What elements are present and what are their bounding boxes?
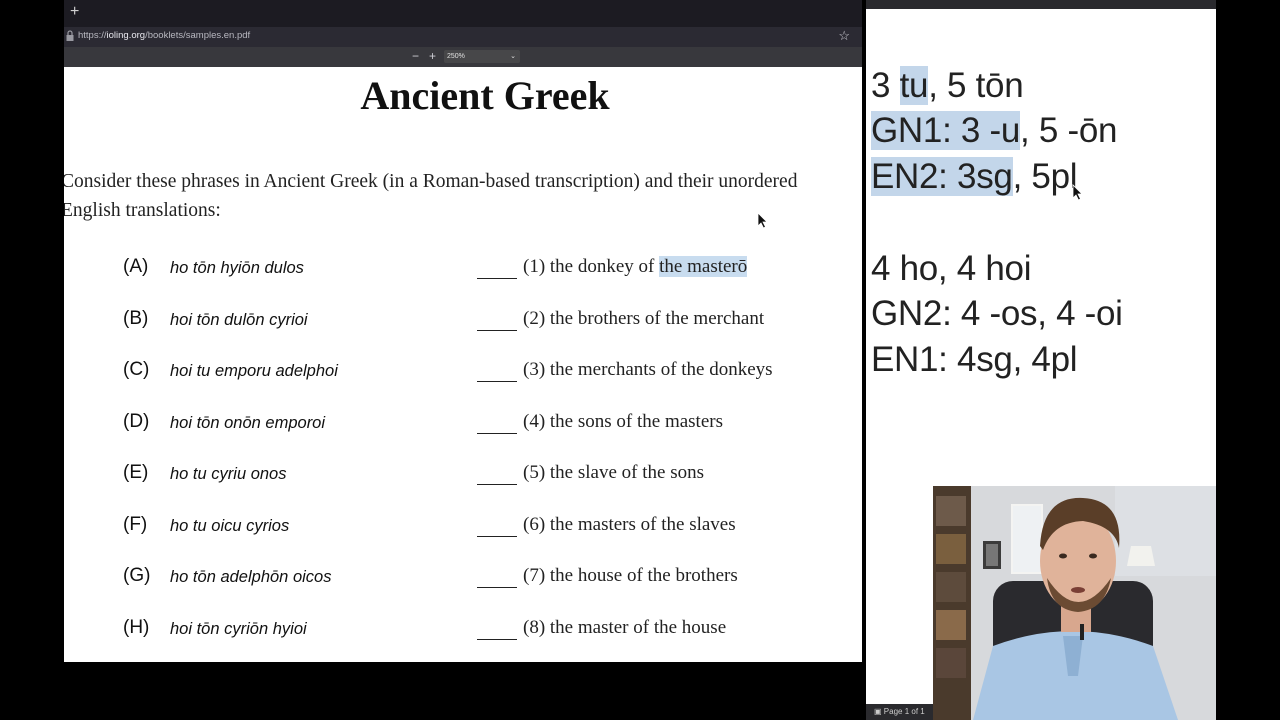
intro-line-2: English translations: [64,200,221,221]
chevron-down-icon: ⌄ [510,53,516,60]
translation-number: (4) [523,411,546,432]
english-translation: (8) the master of the house [523,617,726,639]
notes-text: 3 [871,66,900,105]
intro-text: Consider these phrases in Ancient Greek … [64,167,862,225]
tab-bar: + [64,0,862,27]
answer-blank [477,411,517,434]
answer-blank [477,256,517,279]
english-translation: (1) the donkey of the masterō [523,256,748,278]
url-host: ioling.org [106,30,146,41]
notes-line-3: EN2: 3sg, 5pl [871,157,1078,197]
notes-text: , 5 tōn [928,66,1024,105]
phrase-label: (A) [123,256,149,277]
translation-text: the brothers of the merchant [549,308,765,329]
greek-phrase: ho tu cyriu onos [170,465,287,483]
translation-text: the master of the house [549,617,727,638]
address-bar[interactable]: https://ioling.org/booklets/samples.en.p… [64,27,862,47]
phrase-label: (E) [123,462,149,483]
greek-phrase: hoi tōn onōn emporoi [170,414,326,432]
answer-blank [477,462,517,485]
phrase-label: (G) [123,565,151,586]
zoom-level: 250% [447,53,465,60]
phrase-label: (F) [123,514,148,535]
notes-line-1: 3 tu, 5 tōn [871,66,1024,106]
answer-blank [477,565,517,588]
greek-phrase: ho tu oicu cyrios [170,517,290,535]
english-translation: (7) the house of the brothers [523,565,738,587]
english-translation: (3) the merchants of the donkeys [523,359,773,381]
phrase-label: (H) [123,617,150,638]
answer-blank [477,359,517,382]
browser-window: + https://ioling.org/booklets/samples.en… [64,0,862,662]
phrase-label: (B) [123,308,149,329]
translation-text: the slave of the sons [549,462,704,483]
notes-line-5: GN2: 4 -os, 4 -oi [871,294,1123,333]
intro-line-1: Consider these phrases in Ancient Greek … [64,171,798,192]
translation-number: (8) [523,617,546,638]
mouse-cursor-icon [757,212,768,229]
url-scheme: https:// [78,30,107,41]
notes-line-2: GN1: 3 -u, 5 -ōn [871,111,1117,151]
zoom-in-button[interactable]: + [429,49,436,63]
zoom-out-button[interactable]: − [412,49,419,63]
notes-toolbar [866,0,1216,9]
answer-blank [477,617,517,640]
greek-phrase: hoi tōn dulōn cyrioi [170,311,308,329]
translation-number: (5) [523,462,546,483]
notes-selection: -u [989,111,1021,150]
greek-phrase: hoi tu emporu adelphoi [170,362,338,380]
translation-number: (3) [523,359,546,380]
translation-text: the sons of the masters [549,411,723,432]
notes-selection: GN1: 3 [871,111,990,150]
presenter-image [933,486,1216,720]
new-tab-button[interactable]: + [70,3,79,21]
translation-text: the merchants of the donkeys [549,359,773,380]
notes-line-4: 4 ho, 4 hoi [871,249,1032,288]
translation-number: (1) [523,256,546,277]
phrase-label: (C) [123,359,150,380]
greek-phrase: ho tōn adelphōn oicos [170,568,332,586]
letterbox [1216,0,1280,720]
zoom-select[interactable]: 250% ⌄ [444,50,520,63]
notes-selection: EN2: 3sg [871,157,1013,196]
page-icon: ▣ [874,707,882,716]
greek-phrase: hoi tōn cyriōn hyioi [170,620,307,638]
webcam-video [933,486,1216,720]
notes-text: , 5pl [1012,157,1078,196]
translation-text: the donkey of [549,256,655,277]
lock-icon [66,30,74,41]
notes-selection: tu [899,66,929,105]
mouse-cursor-icon [1072,184,1083,201]
url-path: /booklets/samples.en.pdf [145,30,251,41]
translation-number: (2) [523,308,546,329]
greek-phrase: ho tōn hyiōn dulos [170,259,304,277]
pdf-toolbar: − + 250% ⌄ [64,47,862,67]
bookmark-star-icon[interactable]: ☆ [838,28,850,44]
translation-text: the masters of the slaves [549,514,736,535]
page-count: Page 1 of 1 [883,707,925,716]
notes-text: , 5 -ōn [1020,111,1118,150]
selected-text: the masterō [659,256,748,277]
page-title: Ancient Greek [360,73,610,118]
url-text[interactable]: https://ioling.org/booklets/samples.en.p… [78,30,250,41]
english-translation: (4) the sons of the masters [523,411,723,433]
english-translation: (5) the slave of the sons [523,462,704,484]
translation-text: the house of the brothers [549,565,738,586]
answer-blank [477,514,517,537]
translation-number: (7) [523,565,546,586]
english-translation: (6) the masters of the slaves [523,514,736,536]
english-translation: (2) the brothers of the merchant [523,308,764,330]
pdf-page: Ancient Greek Consider these phrases in … [64,67,862,662]
phrase-label: (D) [123,411,150,432]
translation-number: (6) [523,514,546,535]
notes-line-6: EN1: 4sg, 4pl [871,340,1078,379]
answer-blank [477,308,517,331]
